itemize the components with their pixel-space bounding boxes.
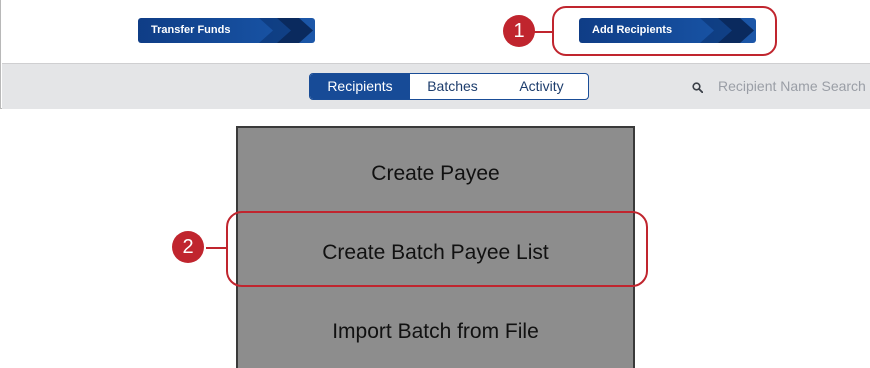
callout-connector (206, 247, 227, 249)
search-input[interactable]: Recipient Name Search (718, 78, 866, 94)
callout-badge-2: 2 (172, 231, 204, 263)
tab-toolbar: Recipients Batches Activity Recipient Na… (2, 63, 870, 109)
search-icon (692, 82, 703, 93)
tab-batches[interactable]: Batches (410, 74, 495, 99)
callout-highlight-add-recipients (552, 6, 777, 56)
menu-item-create-payee[interactable]: Create Payee (238, 162, 633, 186)
menu-item-import-batch-from-file[interactable]: Import Batch from File (238, 320, 633, 344)
transfer-funds-label: Transfer Funds (151, 24, 231, 36)
tab-activity[interactable]: Activity (495, 74, 588, 99)
tab-recipients[interactable]: Recipients (310, 74, 410, 99)
callout-highlight-batch-payee-list (226, 211, 648, 287)
callout-badge-1: 1 (503, 15, 535, 47)
transfer-funds-button[interactable]: Transfer Funds (138, 18, 315, 43)
view-tabs: Recipients Batches Activity (309, 73, 589, 100)
chevron-arrow-icon (259, 18, 313, 43)
